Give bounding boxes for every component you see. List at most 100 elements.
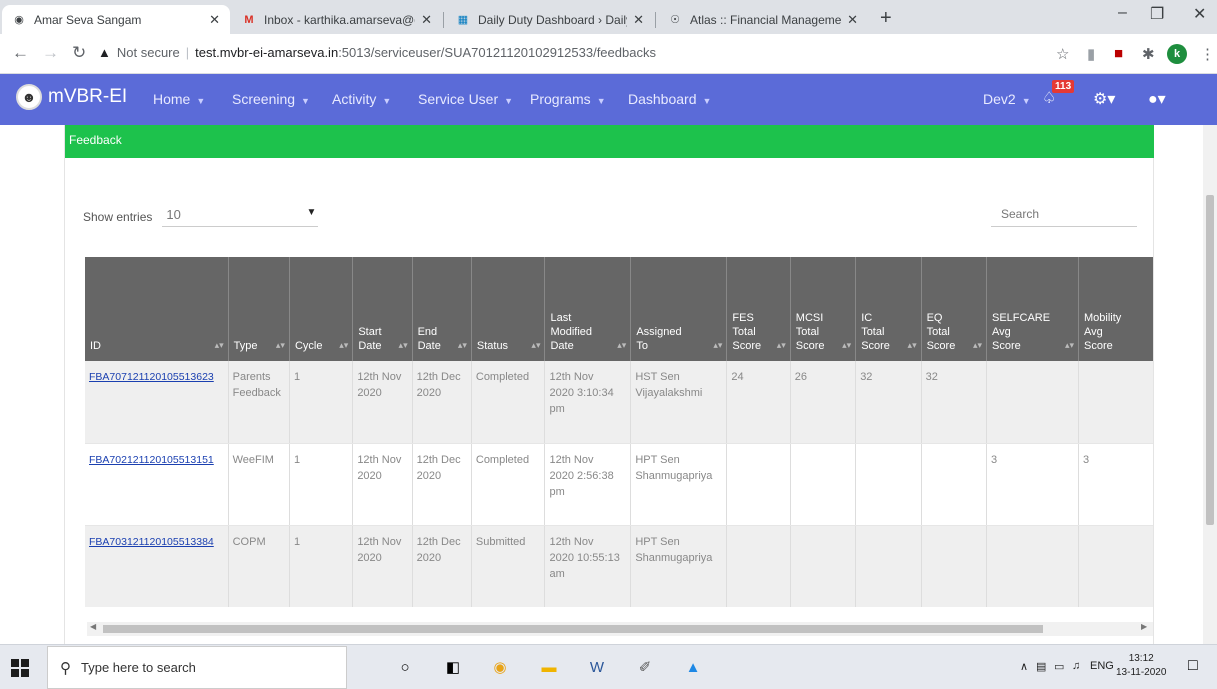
taskbar-search[interactable]: ⚲ Type here to search [47,646,347,689]
extension-shield-icon[interactable]: ▮ [1087,45,1095,63]
minimize-icon[interactable]: – [1118,4,1127,22]
column-header[interactable]: MCSI Total Score ▴▾ [790,257,857,361]
tray-chevron-icon[interactable]: ∧ [1020,660,1028,673]
column-header[interactable]: Cycle ▴▾ [289,257,354,361]
sort-icon[interactable]: ▴▾ [777,338,786,352]
sort-icon[interactable]: ▴▾ [973,338,982,352]
sort-icon[interactable]: ▴▾ [713,338,722,352]
notification-badge: 113 [1052,80,1075,93]
windows-start-icon[interactable] [11,659,29,677]
sort-icon[interactable]: ▴▾ [339,338,348,352]
nav-activity[interactable]: Activity ▼ [332,91,391,107]
url-bar[interactable]: ▲ Not secure | test.mvbr-ei-amarseva.in … [98,45,656,60]
chrome-icon[interactable]: ◉ [487,654,513,680]
pdf-extension-icon[interactable]: ■ [1114,45,1123,62]
word-icon[interactable]: W [584,654,610,680]
browser-menu-icon[interactable]: ⋮ [1200,45,1215,63]
caret-down-icon: ▼ [504,96,514,106]
sort-icon[interactable]: ▴▾ [908,338,917,352]
puzzle-extensions-icon[interactable]: ✱ [1142,45,1155,63]
column-header[interactable]: SELFCARE Avg Score ▴▾ [986,257,1079,361]
reload-icon[interactable]: ↻ [72,43,86,63]
nav-service-user[interactable]: Service User ▼ [418,91,513,107]
tab-amar-seva[interactable]: ◉ Amar Seva Sangam ✕ [2,5,230,34]
tab-atlas[interactable]: ☉ Atlas :: Financial Management Sy ✕ [658,5,868,34]
search-input[interactable]: Search [991,207,1137,227]
dropdown-arrow-icon: ▼ [306,207,317,218]
cell-text: HPT Sen [635,453,680,466]
caret-down-icon: ▼ [196,96,206,106]
scroll-thumb[interactable] [103,625,1043,633]
column-header[interactable]: MobilityAvgScore▴▾ [1078,257,1153,361]
sort-icon[interactable]: ▴▾ [617,338,626,352]
feedback-id-link[interactable]: FBA70712112010551362​3 [89,371,214,383]
feedback-id-link[interactable]: FBA703121120105513384 [89,536,214,548]
horizontal-scrollbar[interactable]: ◀ ▶ [87,622,1153,636]
forward-arrow-icon[interactable]: → [42,43,59,63]
sort-icon[interactable]: ▴▾ [215,338,224,352]
cell-text: Vijayalakshmi [635,387,703,399]
scroll-thumb[interactable] [1206,195,1214,525]
vertical-scrollbar[interactable] [1203,125,1217,644]
table-cell: 32 [921,361,988,444]
window-close-icon[interactable]: ✕ [1193,4,1206,24]
sort-icon[interactable]: ▴▾ [842,338,851,352]
profile-avatar[interactable]: k [1167,44,1187,64]
close-icon[interactable]: ✕ [633,12,644,28]
action-center-icon[interactable]: □ [1188,657,1198,675]
tab-gmail[interactable]: M Inbox - karthika.amarseva@gmai ✕ [232,5,442,34]
maximize-icon[interactable]: ❐ [1150,4,1164,24]
scroll-left-icon[interactable]: ◀ [90,622,96,631]
sort-icon[interactable]: ▴▾ [1065,338,1074,352]
nav-screening[interactable]: Screening ▼ [232,91,310,107]
paint-icon[interactable]: ✐ [632,654,658,680]
nav-programs[interactable]: Programs ▼ [530,91,606,107]
close-icon[interactable]: ✕ [209,12,220,28]
table-cell [921,443,988,526]
sort-icon[interactable]: ▴▾ [458,338,467,352]
column-header[interactable]: EQ Total Score ▴▾ [921,257,988,361]
column-header[interactable]: Type ▴▾ [228,257,290,361]
language-indicator[interactable]: ENG [1090,660,1114,672]
user-menu[interactable]: Dev2 ▼ [983,91,1031,107]
table-cell [726,525,791,607]
user-icon[interactable]: ●▾ [1148,89,1166,109]
sort-icon[interactable]: ▴▾ [399,338,408,352]
column-header[interactable]: End Date ▴▾ [412,257,472,361]
nav-dashboard[interactable]: Dashboard ▼ [628,91,711,107]
tab-trello[interactable]: ▦ Daily Duty Dashboard › Daily in- ✕ [446,5,654,34]
column-header[interactable]: FES Total Score ▴▾ [726,257,791,361]
column-header[interactable]: Last Modified Date ▴▾ [544,257,632,361]
column-header[interactable]: Start Date ▴▾ [352,257,413,361]
network-icon[interactable]: ▤ [1036,660,1046,673]
address-bar-row: ← → ↻ ▲ Not secure | test.mvbr-ei-amarse… [0,34,1217,74]
entries-select[interactable]: 10 ▼ [162,207,319,227]
photos-icon[interactable]: ▲ [680,654,706,680]
column-header[interactable]: Status ▴▾ [471,257,546,361]
volume-icon[interactable]: ♫ [1072,660,1080,672]
nav-home[interactable]: Home ▼ [153,91,205,107]
table-cell: 12th Dec 2020 [412,361,472,444]
feedback-id-link[interactable]: FBA702121120105513151 [89,454,214,466]
cortana-icon[interactable]: ○ [392,654,418,680]
column-header[interactable]: Assigned To ▴▾ [630,257,728,361]
close-icon[interactable]: ✕ [421,12,432,28]
taskbar-clock[interactable]: 13:12 13-11-2020 [1116,652,1166,680]
table-cell: 12th Nov 2020 [352,525,413,607]
column-header[interactable]: IC Total Score ▴▾ [855,257,922,361]
cell-text: WeeFIM [232,453,274,466]
sort-icon[interactable]: ▴▾ [276,338,285,352]
close-icon[interactable]: ✕ [847,12,858,28]
back-arrow-icon[interactable]: ← [12,43,29,63]
column-header[interactable]: ID ▴▾ [85,257,229,361]
scroll-right-icon[interactable]: ▶ [1141,622,1147,631]
new-tab-button[interactable]: + [880,7,892,30]
brand[interactable]: ☻ mVBR-EI [16,84,127,110]
gear-icon[interactable]: ⚙▾ [1093,89,1115,109]
bookmark-star-icon[interactable]: ☆ [1056,45,1069,63]
sort-icon[interactable]: ▴▾ [531,338,540,352]
task-view-icon[interactable]: ◧ [440,654,466,680]
display-icon[interactable]: ▭ [1054,660,1064,673]
file-explorer-icon[interactable]: ▬ [536,654,562,680]
cell-text: 12th Nov [549,453,594,466]
